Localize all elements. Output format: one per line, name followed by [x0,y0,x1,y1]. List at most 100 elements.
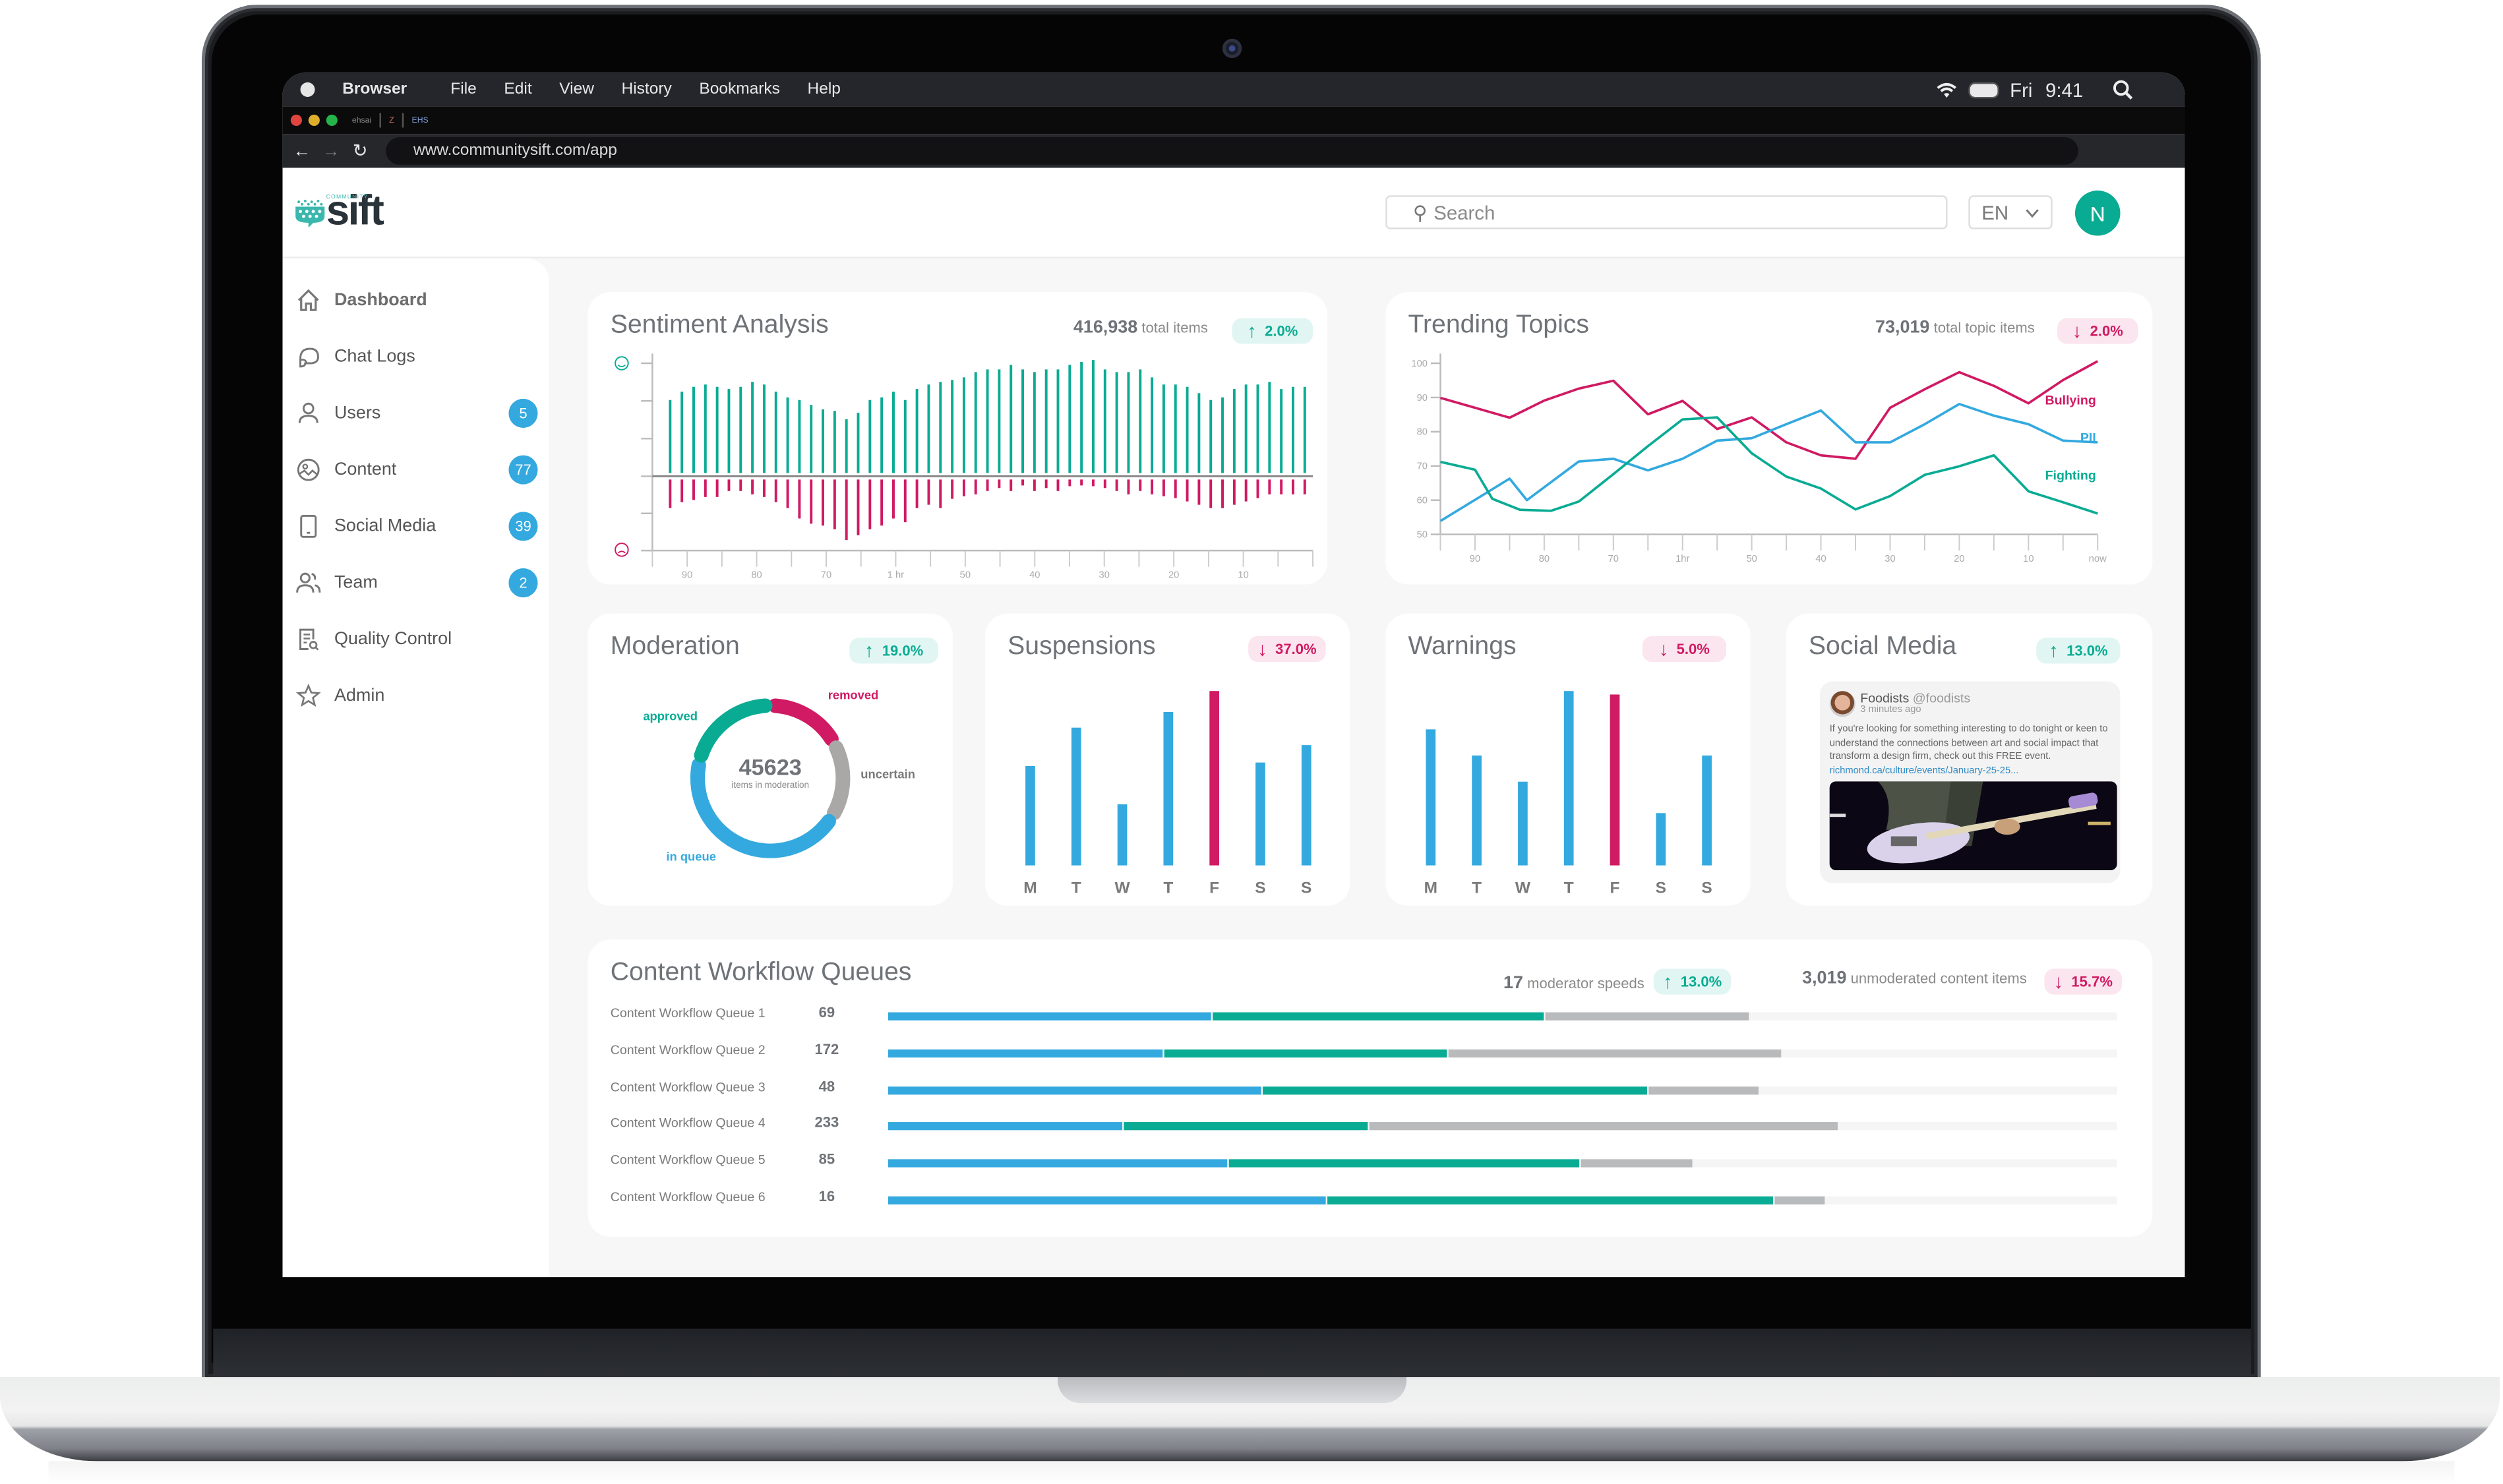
post-link[interactable]: richmond.ca/culture/events/January-25-25… [1830,766,2019,776]
window-minimize-button[interactable] [308,114,320,127]
x-tick-label: S [1656,879,1666,897]
queue-count: 16 [818,1188,835,1204]
y-tick-label: 90 [1417,393,1428,403]
sidebar-item-chat-logs[interactable]: Chat Logs [295,341,537,373]
moderator-speed-change: 13.0% [1680,973,1722,990]
sidebar-item-users[interactable]: Users 5 [295,397,538,429]
post-body: If you're looking for something interest… [1829,725,2108,762]
content-count-badge: 77 [508,455,538,485]
post-author: Foodists @foodists [1860,691,1970,705]
moderator-speed-badge: ↑ 13.0% [1653,968,1732,995]
url-field[interactable]: www.communitysift.com/app [386,137,2078,165]
star-icon [295,683,321,709]
sidebar-item-content[interactable]: Content 77 [295,454,538,486]
queue-bar-segment-teal [1163,1049,1447,1057]
queue-bar[interactable] [888,1196,2117,1204]
post-author-name: Foodists [1860,691,1910,706]
tab-1[interactable]: ehsai [352,115,371,125]
screen: Browser File Edit View History Bookmarks… [282,73,2185,1278]
queue-bar[interactable] [888,1086,2117,1094]
legend-label-fighting: Fighting [2045,469,2096,483]
queue-label[interactable]: Content Workflow Queue 5 [611,1153,766,1168]
x-tick-label: F [1610,879,1620,897]
language-select[interactable]: EN [1968,195,2053,229]
sidebar-item-quality-control[interactable]: Quality Control [295,623,537,655]
forward-arrow-icon[interactable]: → [321,141,340,160]
menu-view[interactable]: View [559,80,594,98]
x-tick-label: 20 [1954,554,1964,564]
sidebar-item-label: Content [334,460,397,480]
social-post[interactable]: Foodists @foodists 3 minutes ago If you'… [1820,681,2121,883]
sidebar-item-social-media[interactable]: Social Media 39 [295,510,538,543]
sidebar-item-admin[interactable]: Admin [295,680,537,712]
apple-icon[interactable] [300,82,315,97]
logo[interactable]: COMMUNITY sift [294,189,384,231]
trending-total-value: 73,019 [1875,318,1930,338]
queue-bar[interactable] [888,1123,2117,1131]
arrow-down-icon: ↓ [1658,638,1669,661]
queue-bar-segment-teal [1327,1196,1773,1204]
sentiment-change-badge: ↑ 2.0% [1232,318,1313,344]
bar-s [1656,813,1666,866]
trending-change-badge: ↓ 2.0% [2057,318,2138,344]
search-input[interactable]: ⚲ Search [1385,195,1948,229]
app-header: COMMUNITY sift ⚲ Search EN N [282,167,2185,258]
arrow-up-icon: ↑ [2049,639,2059,663]
menu-file[interactable]: File [450,80,476,98]
app: COMMUNITY sift ⚲ Search EN N Dashboard C… [282,167,2185,1278]
queue-bar[interactable] [888,1049,2117,1057]
post-image[interactable] [1829,781,2117,871]
sidebar-item-label: Users [334,403,381,423]
y-tick-label: 100 [1411,359,1428,369]
tablet-icon [295,514,321,539]
menu-edit[interactable]: Edit [504,80,531,98]
sidebar-item-team[interactable]: Team 2 [295,567,538,599]
queue-bar[interactable] [888,1012,2117,1021]
queue-label[interactable]: Content Workflow Queue 6 [611,1190,766,1204]
browser-addressbar: ← → ↻ www.communitysift.com/app [282,134,2185,168]
trending-total: 73,019 total topic items [1875,318,2035,337]
arrow-down-icon: ↓ [1257,638,1267,661]
queue-label[interactable]: Content Workflow Queue 2 [611,1043,766,1057]
card-title: Trending Topics [1408,311,1589,340]
donut-label: removed [828,688,879,701]
donut-slice-approved [694,698,773,763]
window-close-button[interactable] [290,114,302,127]
reload-icon[interactable]: ↻ [350,140,369,162]
y-tick-label: 80 [1417,427,1428,438]
language-value: EN [1981,200,2009,224]
trending-total-label: total topic items [1933,319,2035,336]
donut-label: in queue [666,849,715,863]
menu-app-name[interactable]: Browser [342,80,407,98]
sidebar-item-label: Chat Logs [334,347,415,367]
x-tick-label: 40 [1029,570,1040,578]
back-arrow-icon[interactable]: ← [292,141,311,160]
queue-label[interactable]: Content Workflow Queue 1 [611,1006,766,1021]
bar-t [1472,756,1482,866]
battery-icon[interactable] [1969,83,1997,96]
trending-change: 2.0% [2090,322,2123,340]
menu-history[interactable]: History [622,80,672,98]
sentiment-analysis-card: Sentiment Analysis 416,938 total items ↑… [588,292,1328,585]
x-tick-label: 70 [821,570,831,578]
x-tick-label: 1 hr [888,570,904,578]
y-tick-label: 70 [1417,461,1428,472]
legend-label-bullying: Bullying [2045,393,2096,407]
menu-bookmarks[interactable]: Bookmarks [699,80,779,98]
user-avatar[interactable]: N [2074,190,2121,236]
wifi-icon[interactable] [1935,82,1956,98]
spotlight-search-icon[interactable] [2112,79,2133,100]
donut-label: uncertain [860,767,915,781]
queue-label[interactable]: Content Workflow Queue 3 [611,1079,766,1094]
tab-3[interactable]: EHS [412,115,429,125]
window-zoom-button[interactable] [326,114,338,127]
menu-help[interactable]: Help [808,80,841,98]
sentiment-total: 416,938 total items [1073,318,1208,337]
sidebar-item-dashboard[interactable]: Dashboard [295,284,537,316]
sidebar-item-label: Admin [334,686,385,706]
card-title: Suspensions [1008,633,1156,661]
suspensions-change: 37.0% [1275,641,1317,657]
queue-label[interactable]: Content Workflow Queue 4 [611,1116,766,1131]
queue-bar[interactable] [888,1159,2117,1168]
tab-2[interactable]: Z [389,115,394,125]
